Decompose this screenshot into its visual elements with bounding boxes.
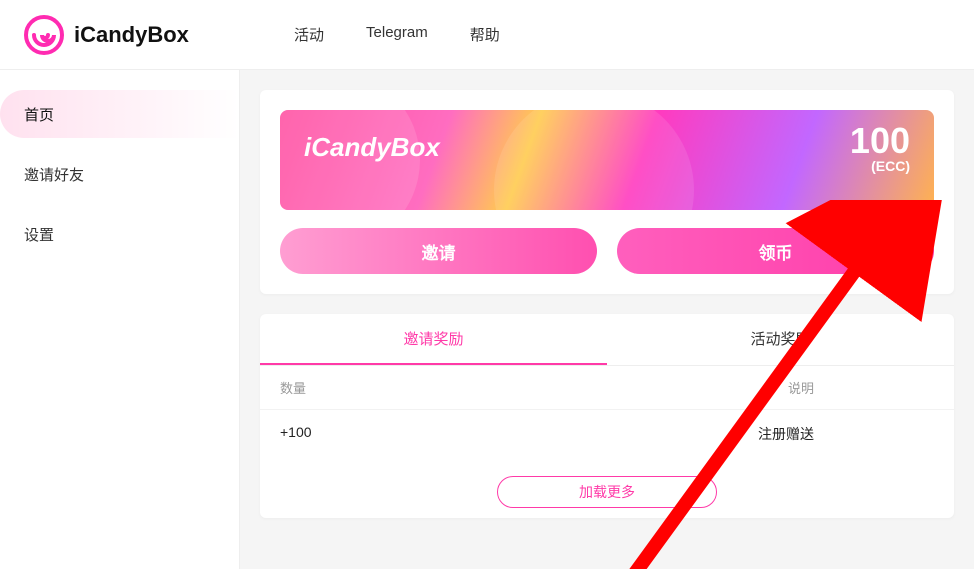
hero-banner: iCandyBox 100 (ECC)	[280, 110, 934, 210]
main-area: iCandyBox 100 (ECC) 邀请 领币 邀请奖励 活动奖励 数量 说…	[240, 70, 974, 569]
hero-button-row: 邀请 领币	[280, 228, 934, 274]
load-more-wrap: 加载更多	[260, 458, 954, 518]
topbar: iCandyBox 活动 Telegram 帮助	[0, 0, 974, 70]
table-row: +100 注册赠送	[260, 409, 954, 458]
logo-wrap: iCandyBox	[24, 15, 264, 55]
layout: 首页 邀请好友 设置 iCandyBox 100 (ECC) 邀请 领币 邀请奖…	[0, 70, 974, 569]
table-head: 数量 说明	[260, 366, 954, 409]
col-head-qty: 数量	[280, 378, 547, 397]
sidebar: 首页 邀请好友 设置	[0, 70, 240, 569]
hero-amount: 100 (ECC)	[850, 120, 910, 174]
rewards-tabs: 邀请奖励 活动奖励	[260, 314, 954, 366]
tab-invite-reward[interactable]: 邀请奖励	[260, 314, 607, 365]
col-head-desc: 说明	[547, 378, 934, 397]
invite-button[interactable]: 邀请	[280, 228, 597, 274]
candy-spiral-icon	[24, 15, 64, 55]
nav-telegram[interactable]: Telegram	[366, 24, 428, 45]
sidebar-item-settings[interactable]: 设置	[0, 210, 239, 258]
sidebar-item-home[interactable]: 首页	[0, 90, 239, 138]
hero-amount-value: 100	[850, 120, 910, 161]
rewards-card: 邀请奖励 活动奖励 数量 说明 +100 注册赠送 加载更多	[260, 314, 954, 518]
top-nav: 活动 Telegram 帮助	[294, 24, 500, 45]
cell-desc: 注册赠送	[547, 424, 934, 444]
hero-card: iCandyBox 100 (ECC) 邀请 领币	[260, 90, 954, 294]
load-more-button[interactable]: 加载更多	[497, 476, 717, 508]
claim-button[interactable]: 领币	[617, 228, 934, 274]
nav-help[interactable]: 帮助	[470, 24, 500, 45]
nav-activity[interactable]: 活动	[294, 24, 324, 45]
tab-activity-reward[interactable]: 活动奖励	[607, 314, 954, 365]
brand-name: iCandyBox	[74, 22, 189, 48]
sidebar-item-invite[interactable]: 邀请好友	[0, 150, 239, 198]
cell-qty: +100	[280, 424, 547, 444]
hero-title: iCandyBox	[304, 132, 440, 163]
